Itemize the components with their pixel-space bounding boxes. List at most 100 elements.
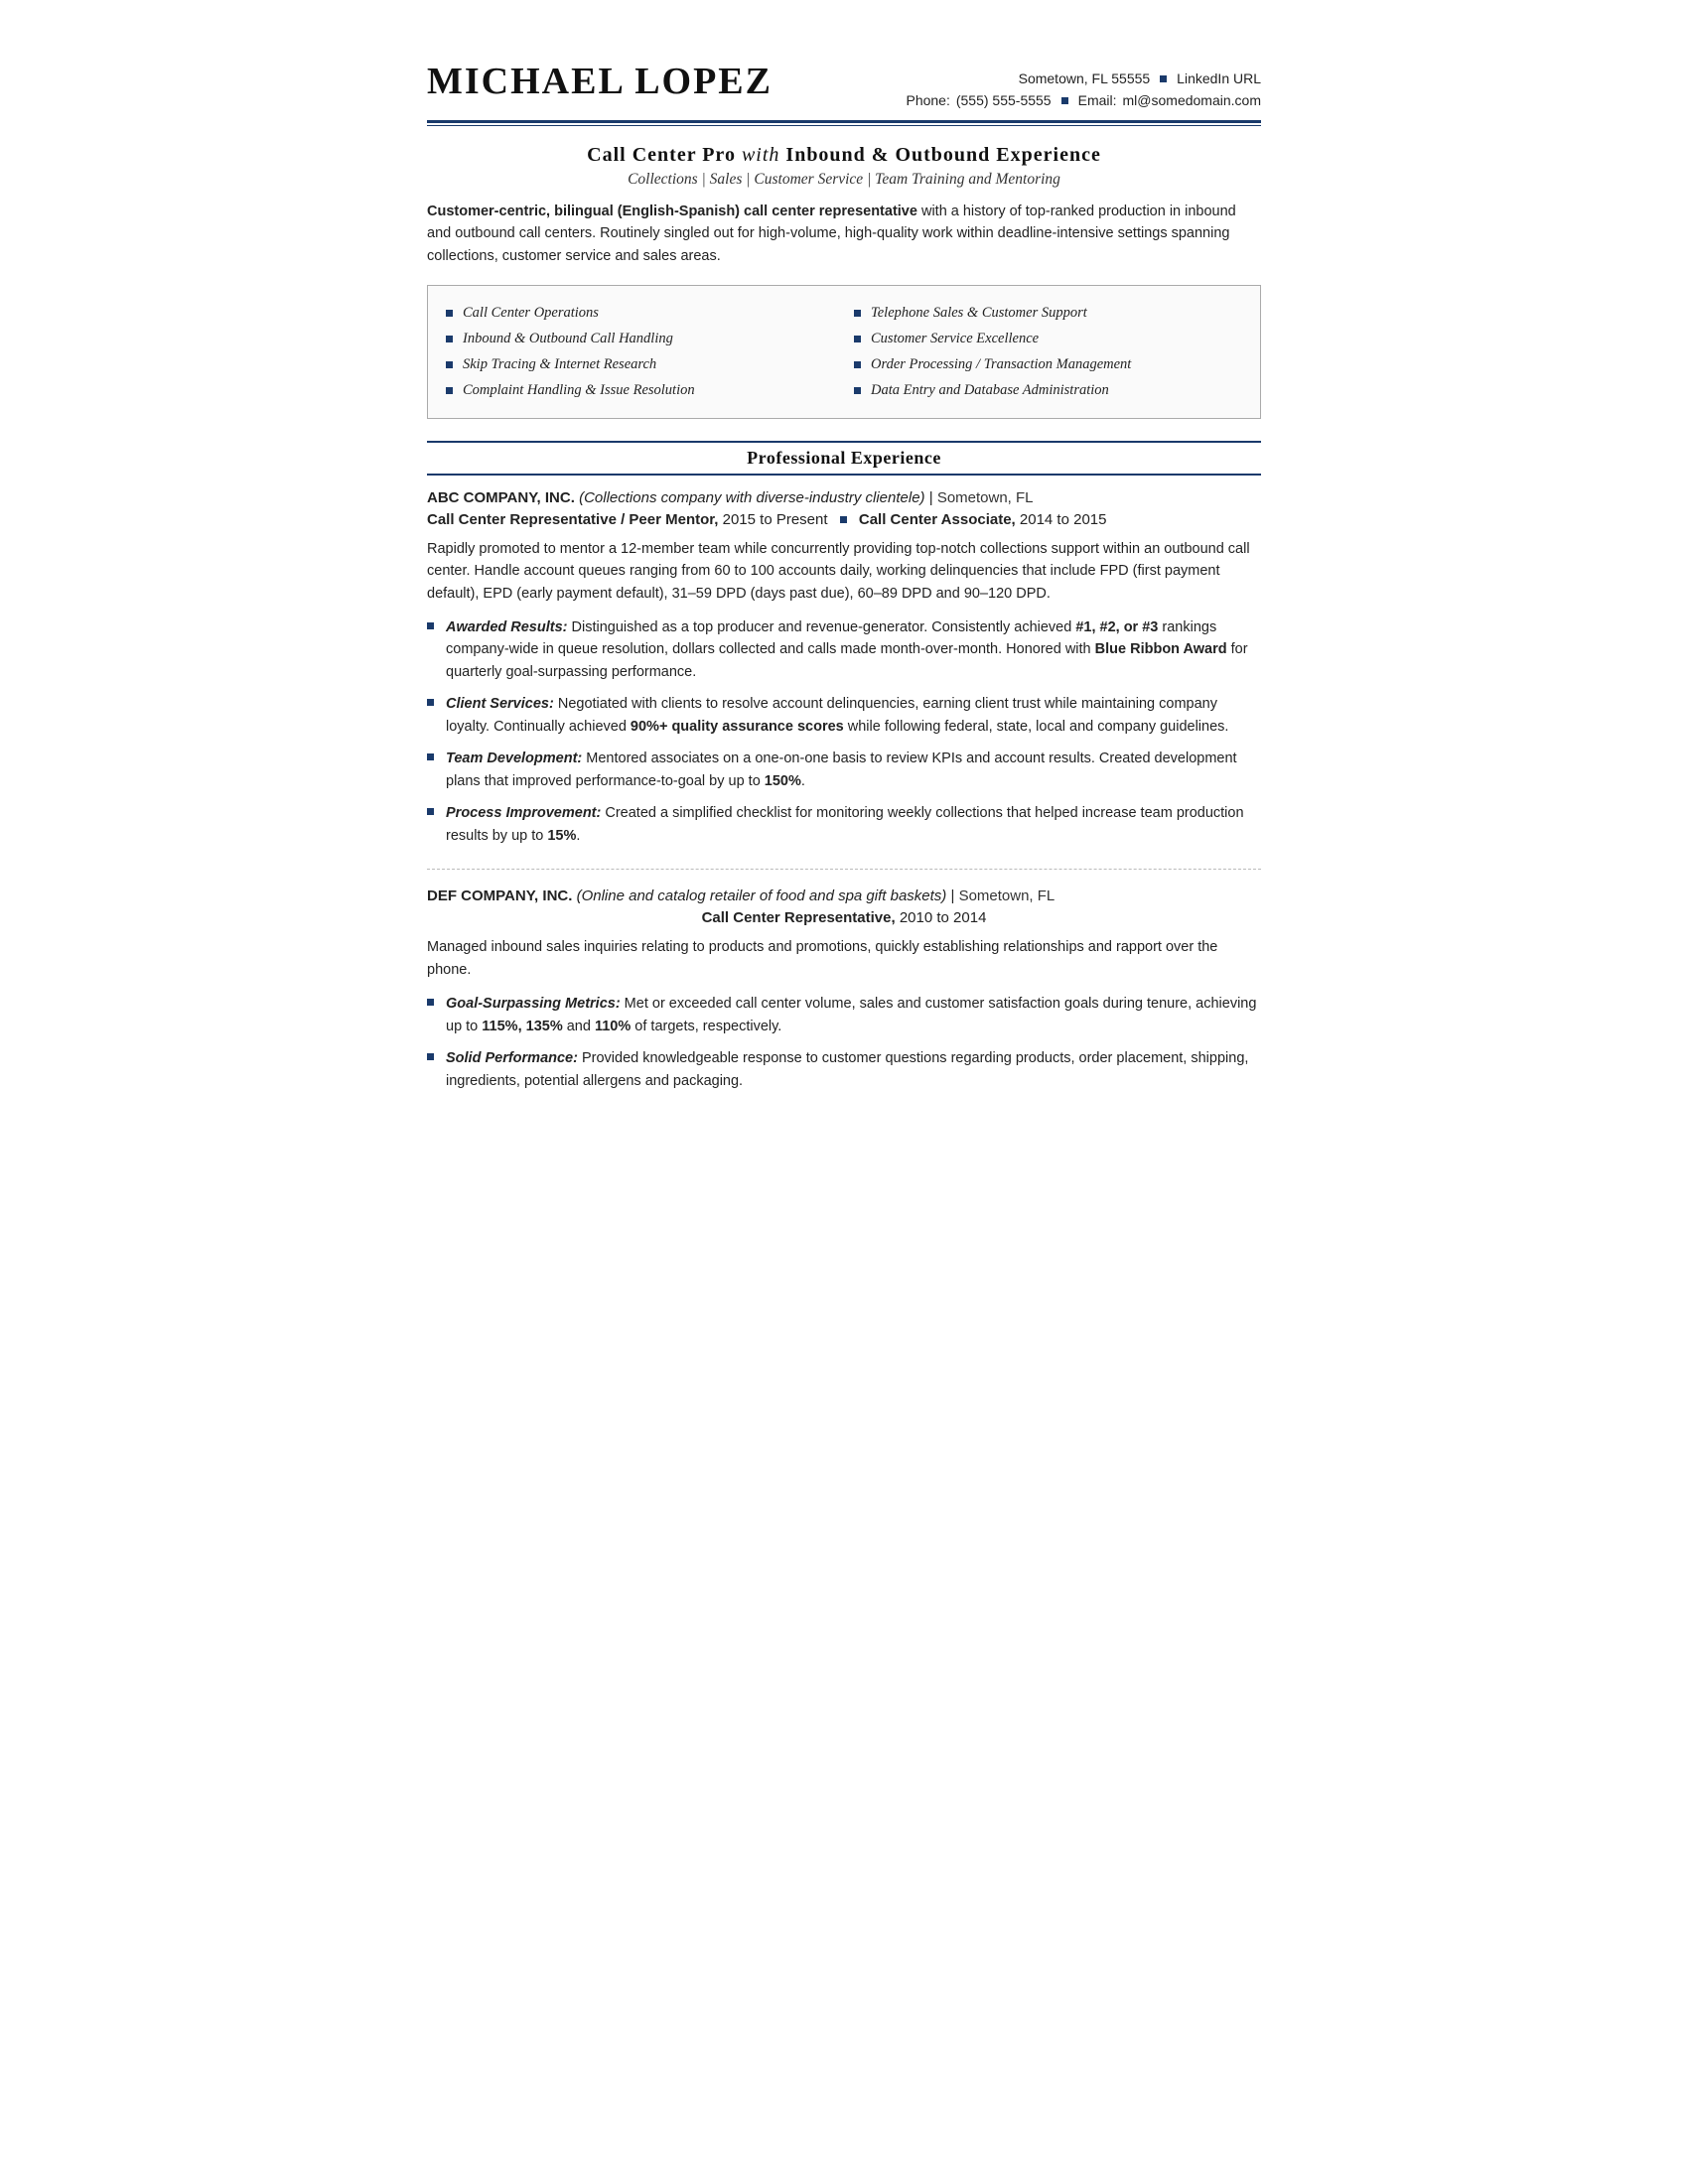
skill-item-4: Complaint Handling & Issue Resolution [446, 377, 834, 403]
skill-bullet-1 [446, 310, 453, 317]
main-title-italic: with [742, 144, 785, 166]
bullet-icon-5 [427, 999, 434, 1006]
title-section: Call Center Pro with Inbound & Outbound … [427, 144, 1261, 189]
company-1-name: ABC COMPANY, INC. [427, 489, 575, 506]
linkedin-url: LinkedIn URL [1177, 68, 1261, 89]
skill-bullet-7 [854, 361, 861, 368]
summary-bold: Customer-centric, bilingual (English-Spa… [427, 204, 917, 219]
company-1-location: Sometown, FL [937, 489, 1034, 506]
section-header-experience: Professional Experience [427, 441, 1261, 476]
contact-separator-2 [1061, 97, 1068, 104]
job-2-body: Managed inbound sales inquiries relating… [427, 936, 1261, 981]
contact-line-2: Phone: (555) 555-5555 Email: ml@somedoma… [906, 89, 1261, 111]
skills-right-col: Telephone Sales & Customer Support Custo… [854, 300, 1242, 403]
skill-item-8: Data Entry and Database Administration [854, 377, 1242, 403]
bullet-icon-4 [427, 808, 434, 815]
contact-block: Sometown, FL 55555 LinkedIn URL Phone: (… [906, 60, 1261, 112]
header-rule-bottom [427, 125, 1261, 126]
job-1-title1: Call Center Representative / Peer Mentor… [427, 511, 718, 528]
bullet-label: Solid Performance: [446, 1050, 578, 1066]
contact-line-1: Sometown, FL 55555 LinkedIn URL [906, 68, 1261, 89]
skills-left-col: Call Center Operations Inbound & Outboun… [446, 300, 834, 403]
job-2-bullet-2-text: Solid Performance: Provided knowledgeabl… [446, 1047, 1261, 1092]
resume-page: Michael Lopez Sometown, FL 55555 LinkedI… [367, 0, 1321, 1193]
company-1-separator: | [929, 489, 937, 506]
main-title-part2: Inbound & Outbound Experience [785, 144, 1100, 166]
skill-label-5: Telephone Sales & Customer Support [871, 300, 1087, 326]
skill-label-7: Order Processing / Transaction Managemen… [871, 351, 1131, 377]
job-2: DEF COMPANY, INC. (Online and catalog re… [427, 887, 1261, 1092]
job-2-bullet-2: Solid Performance: Provided knowledgeabl… [427, 1047, 1261, 1092]
skill-item-7: Order Processing / Transaction Managemen… [854, 351, 1242, 377]
job-2-dates1: 2010 to 2014 [900, 909, 987, 926]
skill-item-5: Telephone Sales & Customer Support [854, 300, 1242, 326]
job-2-bullet-1-text: Goal-Surpassing Metrics: Met or exceeded… [446, 993, 1261, 1037]
email-address: ml@somedomain.com [1123, 89, 1261, 111]
company-2-location: Sometown, FL [959, 887, 1055, 904]
bullet-icon-6 [427, 1053, 434, 1060]
skill-bullet-8 [854, 387, 861, 394]
job-1-dates2: 2014 to 2015 [1020, 511, 1107, 528]
skill-label-4: Complaint Handling & Issue Resolution [463, 377, 695, 403]
skill-label-2: Inbound & Outbound Call Handling [463, 326, 673, 351]
company-2-name-line: DEF COMPANY, INC. (Online and catalog re… [427, 887, 1261, 904]
bullet-label: Goal-Surpassing Metrics: [446, 996, 621, 1012]
skill-bullet-4 [446, 387, 453, 394]
job-2-bullets: Goal-Surpassing Metrics: Met or exceeded… [427, 993, 1261, 1092]
bullet-icon-3 [427, 753, 434, 760]
company-2-name: DEF COMPANY, INC. [427, 887, 572, 904]
job-1-bullets: Awarded Results: Distinguished as a top … [427, 616, 1261, 847]
header: Michael Lopez Sometown, FL 55555 LinkedI… [427, 60, 1261, 112]
bullet-label: Client Services: [446, 696, 554, 712]
skill-bullet-2 [446, 336, 453, 342]
job-1: ABC COMPANY, INC. (Collections company w… [427, 489, 1261, 848]
job-1-bullet-3: Team Development: Mentored associates on… [427, 748, 1261, 792]
job-1-body: Rapidly promoted to mentor a 12-member t… [427, 538, 1261, 605]
subtitle: Collections | Sales | Customer Service |… [427, 171, 1261, 189]
skill-label-6: Customer Service Excellence [871, 326, 1039, 351]
company-2-desc: (Online and catalog retailer of food and… [577, 887, 947, 904]
job-1-bullet-1-text: Awarded Results: Distinguished as a top … [446, 616, 1261, 683]
job-1-bullet-2-text: Client Services: Negotiated with clients… [446, 693, 1261, 738]
skill-item-2: Inbound & Outbound Call Handling [446, 326, 834, 351]
candidate-name: Michael Lopez [427, 60, 773, 103]
bullet-label: Awarded Results: [446, 619, 567, 635]
skill-item-6: Customer Service Excellence [854, 326, 1242, 351]
company-2-separator: | [950, 887, 958, 904]
job-1-bullet-1: Awarded Results: Distinguished as a top … [427, 616, 1261, 683]
skill-bullet-3 [446, 361, 453, 368]
job-1-title2: Call Center Associate, [859, 511, 1016, 528]
bullet-label: Process Improvement: [446, 805, 601, 821]
skill-bullet-6 [854, 336, 861, 342]
bullet-icon-2 [427, 699, 434, 706]
job-title-separator [840, 516, 847, 523]
phone-label: Phone: [906, 89, 949, 111]
summary-section: Customer-centric, bilingual (English-Spa… [427, 201, 1261, 267]
skills-grid: Call Center Operations Inbound & Outboun… [446, 300, 1242, 403]
skill-label-8: Data Entry and Database Administration [871, 377, 1109, 403]
job-2-title1: Call Center Representative, [702, 909, 896, 926]
company-1-name-line: ABC COMPANY, INC. (Collections company w… [427, 489, 1261, 506]
company-divider-1 [427, 869, 1261, 870]
job-2-title-line: Call Center Representative, 2010 to 2014 [427, 907, 1261, 928]
company-1-desc: (Collections company with diverse-indust… [579, 489, 924, 506]
bullet-icon-1 [427, 622, 434, 629]
city-state: Sometown, FL 55555 [1019, 68, 1151, 89]
job-1-dates1: 2015 to Present [723, 511, 828, 528]
skills-box: Call Center Operations Inbound & Outboun… [427, 285, 1261, 418]
bullet-label: Team Development: [446, 751, 582, 766]
skill-bullet-5 [854, 310, 861, 317]
skill-item-3: Skip Tracing & Internet Research [446, 351, 834, 377]
professional-experience-section: Professional Experience ABC COMPANY, INC… [427, 441, 1261, 1092]
main-title-part1: Call Center Pro [587, 144, 736, 166]
job-1-bullet-2: Client Services: Negotiated with clients… [427, 693, 1261, 738]
skill-item-1: Call Center Operations [446, 300, 834, 326]
email-label: Email: [1078, 89, 1117, 111]
job-1-title-line: Call Center Representative / Peer Mentor… [427, 509, 1261, 530]
name-block: Michael Lopez [427, 60, 773, 103]
skill-label-3: Skip Tracing & Internet Research [463, 351, 656, 377]
job-1-bullet-4-text: Process Improvement: Created a simplifie… [446, 802, 1261, 847]
phone-number: (555) 555-5555 [956, 89, 1052, 111]
job-1-bullet-3-text: Team Development: Mentored associates on… [446, 748, 1261, 792]
skill-label-1: Call Center Operations [463, 300, 599, 326]
